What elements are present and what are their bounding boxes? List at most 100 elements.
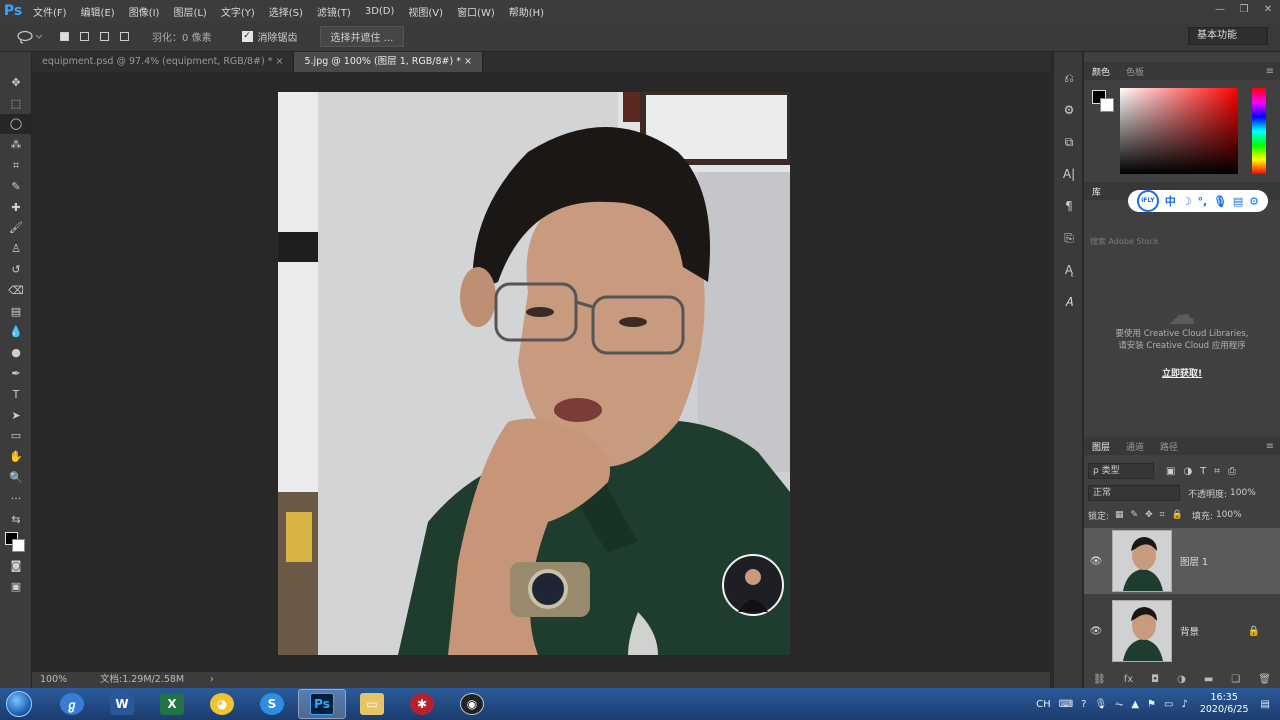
hue-slider[interactable]: [1252, 88, 1266, 174]
color-swatches[interactable]: [0, 530, 32, 556]
close-icon[interactable]: ✕: [1256, 0, 1280, 20]
quick-mask-icon[interactable]: ◙: [0, 556, 32, 577]
more-tools-icon[interactable]: ···: [0, 488, 32, 509]
tab-5-jpg[interactable]: 5.jpg @ 100% (图层 1, RGB/8#) * ×: [294, 52, 483, 72]
menu-select[interactable]: 选择(S): [262, 4, 310, 19]
glyphs-panel-icon[interactable]: Ą: [1054, 254, 1084, 286]
brush-tool-icon[interactable]: 🖌: [0, 218, 32, 239]
clone-stamp-tool-icon[interactable]: ♙: [0, 238, 32, 259]
taskbar-app-sogou[interactable]: S: [248, 689, 296, 719]
microphone-icon[interactable]: 🎙: [1213, 195, 1227, 208]
show-hidden-icon[interactable]: ▲: [1131, 699, 1139, 710]
layer-filter-icons[interactable]: ▣◑T⌗⎙: [1166, 466, 1244, 477]
screen-mode-icon[interactable]: ▣: [0, 576, 32, 597]
menu-file[interactable]: 文件(F): [26, 4, 74, 19]
lock-icons[interactable]: ▦✎✥⌗🔒: [1115, 510, 1190, 520]
history-panel-icon[interactable]: ⎌: [1054, 62, 1084, 94]
taskbar-app-recorder[interactable]: ✱: [398, 689, 446, 719]
link-layers-icon[interactable]: ⛓: [1093, 674, 1106, 685]
character-styles-icon[interactable]: 𝐴: [1054, 286, 1084, 318]
dodge-tool-icon[interactable]: ●: [0, 342, 32, 363]
character-panel-icon[interactable]: A|: [1054, 158, 1084, 190]
monitor-icon[interactable]: ▭: [1164, 699, 1173, 710]
menu-edit[interactable]: 编辑(E): [74, 4, 122, 19]
taskbar-app-qq[interactable]: ◕: [198, 689, 246, 719]
menu-layer[interactable]: 图层(L): [166, 4, 213, 19]
layers-menu-icon[interactable]: ≡: [1266, 441, 1274, 452]
crop-tool-icon[interactable]: ⌗: [0, 155, 32, 176]
punctuation-icon[interactable]: °,: [1197, 195, 1207, 208]
marquee-tool-icon[interactable]: ⬚: [0, 93, 32, 114]
paragraph-panel-icon[interactable]: ¶: [1054, 190, 1084, 222]
menu-type[interactable]: 文字(Y): [214, 4, 262, 19]
antialias-checkbox[interactable]: ✓ 消除锯齿: [241, 29, 298, 44]
menu-image[interactable]: 图像(I): [122, 4, 167, 19]
background-color-icon[interactable]: [12, 538, 25, 552]
path-selection-tool-icon[interactable]: ➤: [0, 405, 32, 426]
color-panel-swatches[interactable]: [1092, 90, 1116, 114]
network-icon[interactable]: ⏦: [1115, 699, 1123, 710]
lasso-preset-icon[interactable]: [14, 27, 44, 47]
select-and-mask-button[interactable]: 选择并遮住 ...: [319, 26, 405, 47]
menu-filter[interactable]: 滤镜(T): [310, 4, 358, 19]
tab-libraries[interactable]: 库: [1084, 185, 1109, 198]
eye-icon[interactable]: 👁: [1084, 556, 1108, 567]
color-picker-field[interactable]: [1120, 88, 1238, 174]
opacity-value[interactable]: 100%: [1230, 488, 1256, 498]
magic-wand-tool-icon[interactable]: ⁂: [0, 134, 32, 155]
get-it-now-link[interactable]: 立即获取!: [1084, 366, 1280, 379]
pen-tool-icon[interactable]: ✒: [0, 363, 32, 384]
brush-presets-icon[interactable]: ⎘: [1054, 222, 1084, 254]
new-layer-icon[interactable]: ❏: [1231, 674, 1240, 685]
tab-equipment[interactable]: equipment.psd @ 97.4% (equipment, RGB/8#…: [32, 52, 295, 72]
notification-icon[interactable]: ▤: [1261, 699, 1270, 710]
blend-mode-select[interactable]: 正常: [1088, 485, 1180, 501]
moon-icon[interactable]: ☽: [1182, 195, 1192, 208]
help-icon[interactable]: ?: [1081, 699, 1086, 710]
taskbar-app-explorer[interactable]: ▭: [348, 689, 396, 719]
type-tool-icon[interactable]: T: [0, 384, 32, 405]
zoom-tool-icon[interactable]: 🔍: [0, 467, 32, 488]
delete-layer-icon[interactable]: 🗑: [1258, 674, 1271, 685]
tab-layers[interactable]: 图层: [1084, 440, 1118, 453]
fx-icon[interactable]: fx: [1124, 674, 1133, 685]
hand-tool-icon[interactable]: ✋: [0, 446, 32, 467]
mic-icon[interactable]: 🎙: [1094, 699, 1107, 710]
fill-value[interactable]: 100%: [1216, 510, 1242, 520]
start-button[interactable]: [0, 688, 38, 720]
swap-colors-icon[interactable]: ⇆: [0, 509, 32, 530]
blur-tool-icon[interactable]: 💧: [0, 322, 32, 343]
panel-menu-icon[interactable]: ≡: [1266, 66, 1274, 77]
tab-channels[interactable]: 通道: [1118, 440, 1152, 453]
add-selection-icon[interactable]: [74, 27, 94, 47]
menu-window[interactable]: 窗口(W): [450, 4, 502, 19]
keyboard-icon[interactable]: ▤: [1233, 195, 1243, 208]
menu-3d[interactable]: 3D(D): [358, 6, 402, 17]
library-search-field[interactable]: 搜索 Adobe Stock: [1090, 236, 1240, 247]
flag-icon[interactable]: ⚑: [1147, 699, 1156, 710]
layer-filter-select[interactable]: ρ 类型: [1088, 463, 1154, 479]
healing-brush-tool-icon[interactable]: ✚: [0, 197, 32, 218]
tab-swatches[interactable]: 色板: [1118, 65, 1152, 78]
layer-name[interactable]: 图层 1: [1180, 554, 1208, 568]
language-indicator[interactable]: CH: [1036, 699, 1051, 710]
eye-icon[interactable]: 👁: [1084, 626, 1108, 637]
intersect-selection-icon[interactable]: [114, 27, 134, 47]
background-swatch[interactable]: [1100, 98, 1114, 112]
taskbar-app-browser[interactable]: ℊ: [48, 689, 96, 719]
zoom-level[interactable]: 100%: [40, 672, 67, 688]
rectangle-tool-icon[interactable]: ▭: [0, 426, 32, 447]
restore-icon[interactable]: ❐: [1232, 0, 1256, 20]
volume-icon[interactable]: ♪: [1181, 699, 1187, 710]
minimize-icon[interactable]: —: [1208, 0, 1232, 20]
new-group-icon[interactable]: ▬: [1204, 674, 1213, 685]
eraser-tool-icon[interactable]: ⌫: [0, 280, 32, 301]
taskbar-app-excel[interactable]: X: [148, 689, 196, 719]
layer-name[interactable]: 背景: [1180, 624, 1199, 638]
layer-row[interactable]: 👁 背景 🔒: [1084, 598, 1280, 664]
clock[interactable]: 16:35 2020/6/25: [1200, 692, 1249, 716]
eyedropper-tool-icon[interactable]: ✎: [0, 176, 32, 197]
adjustment-layer-icon[interactable]: ◑: [1177, 674, 1186, 685]
workspace-dropdown[interactable]: 基本功能: [1188, 27, 1268, 45]
taskbar-app-word[interactable]: W: [98, 689, 146, 719]
